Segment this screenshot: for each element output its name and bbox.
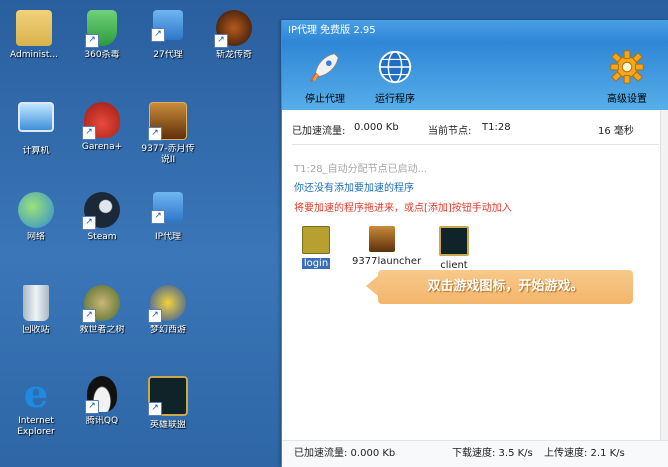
no-program-message: 你还没有添加要加速的程序 — [294, 183, 414, 194]
desktop-icon-label: 网络 — [26, 232, 45, 242]
drag-hint-message: 将要加速的程序拖进来，或点[添加]按钮手动加入 — [294, 203, 512, 214]
desktop-icon-27proxy[interactable]: ↗ 27代理 — [136, 10, 200, 61]
program-9377launcher[interactable]: 9377launcher — [352, 226, 421, 267]
login-icon — [302, 226, 330, 254]
game-icon: ↗ — [214, 10, 252, 48]
desktop-icon-label: Steam — [87, 232, 117, 242]
program-label: login — [301, 258, 331, 269]
desktop-icon-label: 360杀毒 — [84, 50, 120, 60]
tooltip: 双击游戏图标，开始游戏。 — [366, 270, 633, 304]
rocket-icon — [309, 53, 339, 83]
run-program-button[interactable]: 运行程序 — [360, 48, 430, 106]
desktop-icon-lol[interactable]: ↗ 英雄联盟 — [136, 376, 200, 431]
desktop-icon-label: 腾讯QQ — [85, 416, 119, 426]
game-icon: ↗ — [148, 102, 187, 141]
steam-icon: ↗ — [82, 192, 120, 230]
shield-icon: ↗ — [85, 10, 117, 48]
desktop-icon-label: Administ... — [10, 50, 58, 60]
shortcut-arrow-icon: ↗ — [82, 216, 96, 230]
shortcut-arrow-icon: ↗ — [85, 400, 99, 414]
computer-icon — [18, 102, 54, 132]
desktop-icon-label: Garena+ — [81, 142, 123, 152]
desktop-icon-administrator[interactable]: Administ... — [2, 10, 66, 61]
desktop-icon-tree-of-savior[interactable]: ↗ 救世者之树 — [70, 285, 134, 336]
desktop-icon-label: 回收站 — [22, 325, 50, 335]
desktop-icon-label: Internet Explorer — [17, 416, 55, 437]
desktop-icon-qq[interactable]: ↗ 腾讯QQ — [70, 376, 134, 427]
desktop-icon-label: 计算机 — [22, 146, 50, 156]
latency-value: 16 毫秒 — [598, 126, 634, 137]
shortcut-arrow-icon: ↗ — [82, 309, 96, 323]
desktop-icon-9377[interactable]: ↗ 9377-赤月传说II — [136, 102, 200, 166]
desktop-icon-label: 梦幻西游 — [149, 325, 186, 335]
shortcut-arrow-icon: ↗ — [151, 210, 165, 224]
shortcut-arrow-icon: ↗ — [151, 28, 165, 42]
node-label: 当前节点: — [428, 126, 472, 137]
desktop-icon-label: 27代理 — [153, 50, 183, 60]
status-bar: 已加速流量: 0.000 Kb 下载速度: 3.5 K/s 上传速度: 2.1 … — [282, 440, 668, 467]
desktop-icon-network[interactable]: 网络 — [4, 192, 68, 243]
shortcut-arrow-icon: ↗ — [214, 34, 228, 48]
status-accelerated: 已加速流量: 0.000 Kb — [294, 448, 396, 459]
garena-icon: ↗ — [82, 102, 120, 140]
network-icon: ↗ — [151, 192, 183, 224]
run-program-label: 运行程序 — [375, 94, 415, 105]
desktop-icon-label: 英雄联盟 — [149, 420, 186, 430]
window-title[interactable]: IP代理 免费版 2.95 — [282, 20, 668, 42]
divider — [292, 144, 659, 145]
stop-proxy-button[interactable]: 停止代理 — [290, 48, 360, 106]
network-icon: ↗ — [151, 10, 183, 42]
desktop-icon-label: IP代理 — [154, 232, 182, 242]
main-panel: 已加速流量: 0.000 Kb 当前节点: T1:28 16 毫秒 T1:28_… — [282, 110, 668, 441]
game-icon: ↗ — [82, 285, 120, 323]
desktop-icon-zhanlong[interactable]: ↗ 斩龙传奇 — [202, 10, 266, 61]
desktop-icon-label: 9377-赤月传说II — [141, 144, 195, 165]
desktop-icon-recycle-bin[interactable]: 回收站 — [4, 285, 68, 336]
log-line: T1:28_自动分配节点已启动... — [294, 164, 428, 175]
globe-icon — [18, 192, 54, 228]
lol-icon — [439, 226, 469, 256]
accelerated-label: 已加速流量: — [292, 126, 346, 137]
ip-proxy-window: IP代理 免费版 2.95 停止代理 运行程序 高级设置 已加速流量: 0.00… — [281, 20, 668, 467]
desktop-icon-computer[interactable]: 计算机 — [4, 102, 68, 157]
ie-icon: e — [23, 371, 49, 416]
desktop-icon-label: 救世者之树 — [79, 325, 125, 335]
advanced-settings-button[interactable]: 高级设置 — [592, 48, 662, 106]
status-download: 下载速度: 3.5 K/s — [452, 448, 533, 459]
stop-proxy-label: 停止代理 — [305, 94, 345, 105]
desktop-icon-label: 斩龙传奇 — [215, 50, 252, 60]
scrollbar[interactable] — [660, 110, 668, 441]
shortcut-arrow-icon: ↗ — [148, 309, 162, 323]
launcher-icon — [369, 226, 395, 252]
toolbar: 停止代理 运行程序 高级设置 — [282, 42, 668, 110]
node-value: T1:28 — [482, 122, 511, 133]
shortcut-arrow-icon: ↗ — [82, 126, 96, 140]
desktop-icon-internet-explorer[interactable]: e Internet Explorer — [4, 371, 68, 438]
desktop-icon-360[interactable]: ↗ 360杀毒 — [70, 10, 134, 61]
gear-icon — [610, 50, 644, 84]
desktop-icon-garena[interactable]: ↗ Garena+ — [70, 102, 134, 153]
status-upload: 上传速度: 2.1 K/s — [544, 448, 625, 459]
advanced-settings-label: 高级设置 — [607, 94, 647, 105]
shortcut-arrow-icon: ↗ — [148, 127, 162, 141]
globe-icon — [378, 50, 412, 84]
user-folder-icon — [16, 10, 52, 46]
program-login[interactable]: login — [286, 226, 346, 269]
accelerated-value: 0.000 Kb — [354, 122, 399, 133]
shortcut-arrow-icon: ↗ — [85, 34, 99, 48]
desktop-icon-menghuan[interactable]: ↗ 梦幻西游 — [136, 285, 200, 336]
program-label: 9377launcher — [352, 256, 422, 267]
recycle-bin-icon — [23, 285, 49, 321]
desktop-icon-ipproxy[interactable]: ↗ IP代理 — [136, 192, 200, 243]
qq-icon: ↗ — [85, 376, 117, 414]
game-icon: ↗ — [148, 285, 186, 323]
program-client[interactable]: client — [424, 226, 484, 271]
shortcut-arrow-icon: ↗ — [148, 402, 162, 416]
lol-icon: ↗ — [148, 376, 188, 416]
desktop-icon-steam[interactable]: ↗ Steam — [70, 192, 134, 243]
